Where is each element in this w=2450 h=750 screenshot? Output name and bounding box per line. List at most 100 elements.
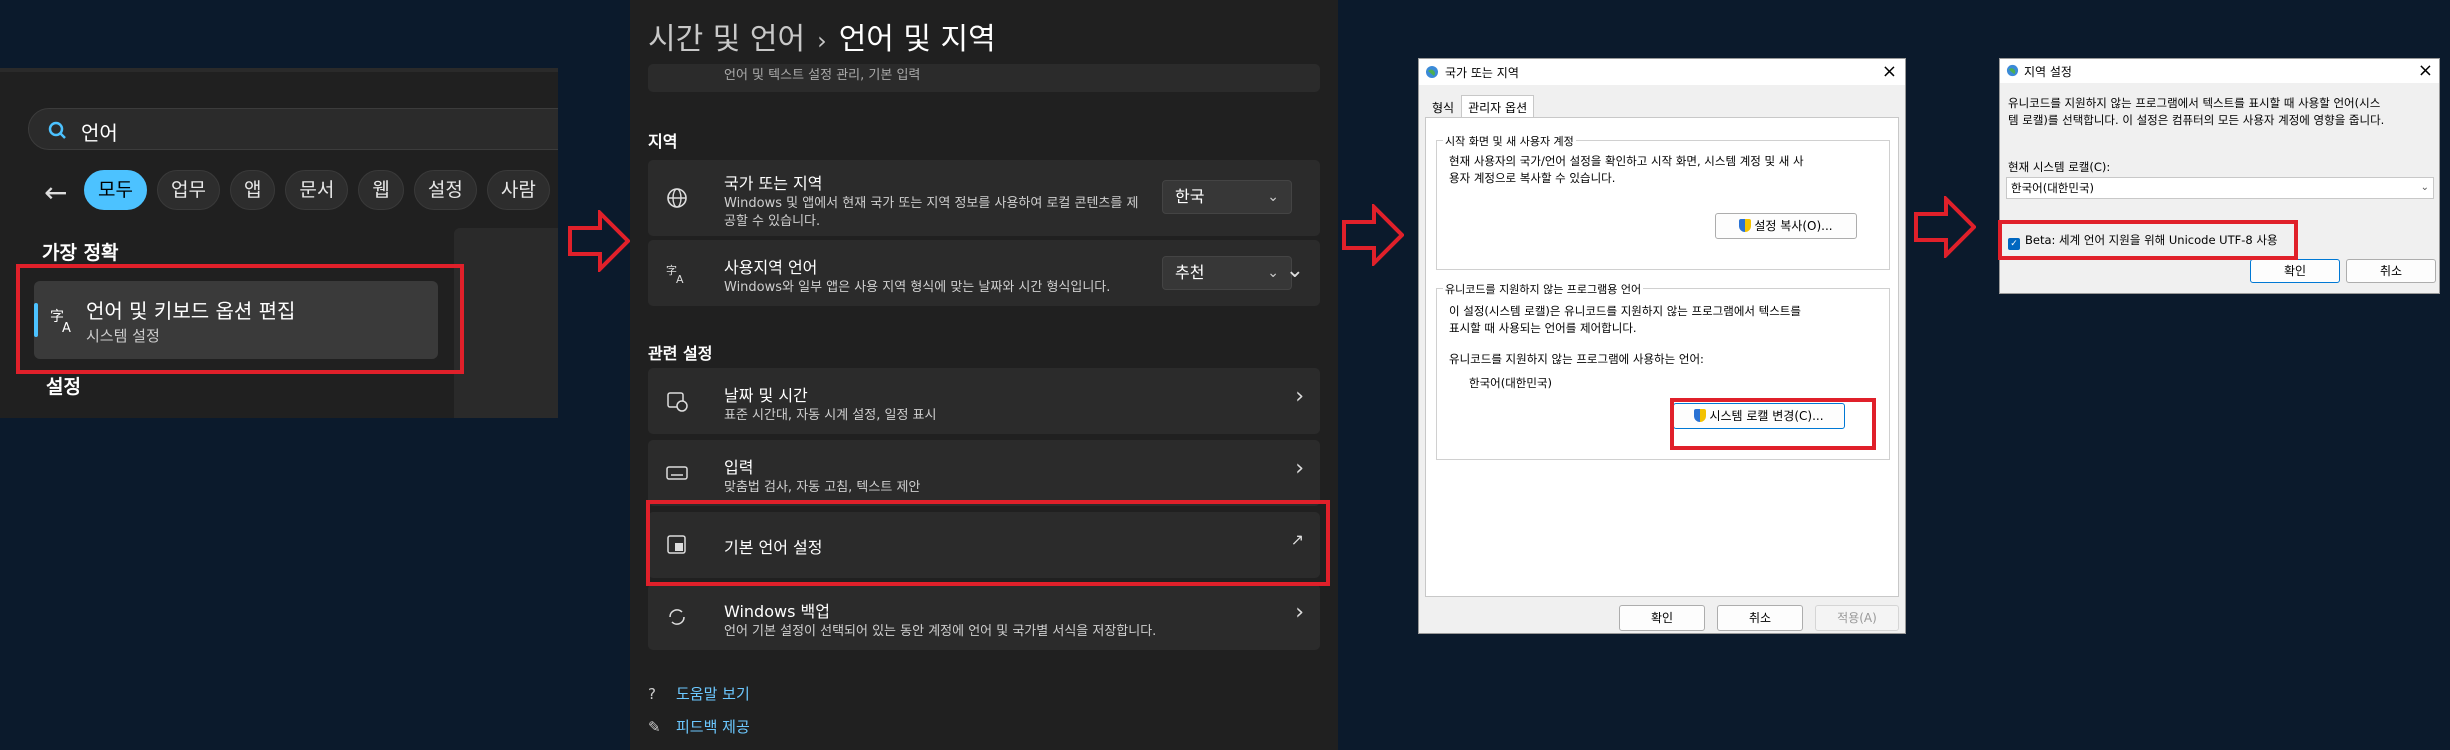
current-locale-label: 현재 시스템 로캘(C):	[2008, 160, 2111, 174]
country-desc-2: 공할 수 있습니다.	[724, 214, 821, 229]
shield-icon	[1739, 219, 1752, 232]
unicode-text: 이 설정(시스템 로캘)은 유니코드를 지원하지 않는 프로그램에서 텍스트를	[1449, 304, 1801, 318]
welcome-text-2: 용자 계정으로 복사할 수 있습니다.	[1449, 171, 1616, 185]
ok-button[interactable]: 확인	[1619, 605, 1705, 631]
region-dialog: 국가 또는 지역 × 형식 관리자 옵션 시작 화면 및 새 사용자 계정 현재…	[1418, 58, 1906, 634]
backup-desc: 언어 기본 설정이 선택되어 있는 동안 계정에 언어 및 국가별 서식을 저장…	[724, 624, 1157, 639]
region-heading: 지역	[648, 132, 678, 151]
windows-backup-card[interactable]: Windows 백업 언어 기본 설정이 선택되어 있는 동안 계정에 언어 및…	[648, 584, 1320, 650]
country-region-card: 국가 또는 지역 Windows 및 앱에서 현재 국가 또는 지역 정보를 사…	[648, 160, 1320, 236]
title-bar: 지역 설정 ×	[2000, 59, 2439, 83]
typing-card[interactable]: 입력 맞춤법 검사, 자동 고침, 텍스트 제안 ›	[648, 440, 1320, 506]
title-bar: 국가 또는 지역 ×	[1419, 59, 1905, 85]
chevron-right-icon: ›	[1295, 600, 1304, 625]
globe-icon	[2006, 64, 2019, 77]
country-desc: Windows 및 앱에서 현재 국가 또는 지역 정보를 사용하여 로컬 콘텐…	[724, 196, 1139, 211]
typing-title: 입력	[724, 458, 754, 477]
apply-button[interactable]: 적용(A)	[1815, 605, 1899, 631]
country-title: 국가 또는 지역	[724, 174, 823, 193]
back-arrow-icon[interactable]: ←	[44, 176, 67, 209]
best-match-heading: 가장 정확	[42, 242, 119, 264]
dialog-description-line-1: 유니코드를 지원하지 않는 프로그램에서 텍스트를 표시할 때 사용할 언어(시…	[2008, 96, 2381, 110]
divider	[0, 68, 558, 72]
copy-settings-label: 설정 복사(O)...	[1754, 219, 1833, 233]
regional-format-title: 사용지역 언어	[724, 258, 818, 277]
highlight-box	[646, 500, 1330, 586]
language-icon: 字A	[666, 263, 684, 284]
filter-people[interactable]: 사람	[486, 170, 550, 210]
globe-icon	[667, 188, 687, 208]
close-icon[interactable]: ×	[2418, 60, 2433, 81]
filter-documents[interactable]: 문서	[285, 170, 349, 210]
chevron-down-icon: ⌄	[2420, 182, 2429, 193]
close-icon[interactable]: ×	[1882, 61, 1897, 82]
unicode-group-title: 유니코드를 지원하지 않는 프로그램용 언어	[1443, 281, 1644, 297]
keyboard-icon	[666, 466, 688, 480]
highlight-box	[1998, 220, 2298, 260]
expand-chevron-icon[interactable]: ⌄	[1286, 258, 1304, 283]
arrow-right-icon	[568, 210, 630, 272]
arrow-right-icon	[1914, 196, 1976, 258]
cancel-button[interactable]: 취소	[1717, 605, 1803, 631]
search-input[interactable]: 언어	[81, 117, 118, 146]
filter-all[interactable]: 모두	[84, 170, 147, 210]
highlight-box	[1670, 398, 1876, 450]
dialog-description: 유니코드를 지원하지 않는 프로그램에서 텍스트를 표시할 때 사용할 언어(시…	[2008, 95, 2433, 129]
filter-work[interactable]: 업무	[156, 170, 220, 210]
breadcrumb-parent[interactable]: 시간 및 언어	[648, 22, 805, 57]
country-value: 한국	[1175, 187, 1205, 206]
cancel-button[interactable]: 취소	[2346, 259, 2436, 283]
dialog-title: 지역 설정	[2024, 65, 2072, 79]
arrow-right-icon	[1342, 204, 1404, 266]
date-time-title: 날짜 및 시간	[724, 386, 808, 405]
backup-title: Windows 백업	[724, 602, 830, 621]
chevron-down-icon: ⌄	[1267, 189, 1279, 205]
chevron-right-icon: ›	[1295, 384, 1304, 409]
help-link[interactable]: ? 도움말 보기	[648, 683, 750, 704]
truncated-text: 언어 및 텍스트 설정 관리, 기본 입력	[724, 68, 921, 83]
system-locale-value: 한국어(대한민국)	[2011, 181, 2095, 195]
help-icon: ?	[648, 685, 656, 703]
regional-format-desc: Windows와 일부 앱은 사용 지역 형식에 맞는 날짜와 시간 형식입니다…	[724, 280, 1111, 295]
typing-desc: 맞춤법 검사, 자동 고침, 텍스트 제안	[724, 480, 921, 495]
page-title: 시간 및 언어 › 언어 및 지역	[648, 14, 996, 58]
settings-heading: 설정	[46, 376, 81, 398]
ok-button[interactable]: 확인	[2250, 259, 2340, 283]
filter-settings[interactable]: 설정	[413, 170, 477, 210]
chevron-right-icon: ›	[1295, 456, 1304, 481]
calendar-clock-icon	[667, 392, 688, 412]
tab-page: 시작 화면 및 새 사용자 계정 현재 사용자의 국가/언어 설정을 확인하고 …	[1425, 117, 1899, 597]
search-icon	[48, 121, 66, 139]
regional-format-card[interactable]: 字A 사용지역 언어 Windows와 일부 앱은 사용 지역 형식에 맞는 날…	[648, 240, 1320, 306]
feedback-link[interactable]: ✎ 피드백 제공	[648, 716, 750, 737]
current-locale-label: 유니코드를 지원하지 않는 프로그램에 사용하는 언어:	[1449, 352, 1704, 366]
unicode-text-2: 표시할 때 사용되는 언어를 제어합니다.	[1449, 321, 1637, 335]
truncated-card[interactable]: 언어 및 텍스트 설정 관리, 기본 입력	[648, 64, 1320, 92]
filter-apps[interactable]: 앱	[229, 170, 276, 210]
date-time-card[interactable]: 날짜 및 시간 표준 시간대, 자동 시계 설정, 일정 표시 ›	[648, 368, 1320, 434]
chevron-down-icon: ⌄	[1267, 265, 1279, 281]
globe-icon	[1426, 66, 1438, 78]
search-box[interactable]: 언어	[28, 108, 558, 150]
dialog-description-line-2: 템 로캘)를 선택합니다. 이 설정은 컴퓨터의 모든 사용자 계정에 영향을 …	[2008, 113, 2385, 127]
dialog-title: 국가 또는 지역	[1445, 66, 1519, 80]
regional-format-dropdown[interactable]: 추천 ⌄	[1162, 256, 1292, 290]
feedback-icon: ✎	[648, 718, 661, 736]
feedback-link-text: 피드백 제공	[676, 718, 750, 736]
filter-chips: 모두 업무 앱 문서 웹 설정 사람	[84, 170, 558, 210]
related-settings-heading: 관련 설정	[648, 344, 713, 363]
country-dropdown[interactable]: 한국 ⌄	[1162, 180, 1292, 214]
help-link-text: 도움말 보기	[676, 685, 750, 703]
copy-settings-button[interactable]: 설정 복사(O)...	[1715, 213, 1857, 239]
system-locale-select[interactable]: 한국어(대한민국) ⌄	[2006, 177, 2434, 199]
preview-pane	[454, 228, 558, 418]
regional-format-value: 추천	[1175, 263, 1205, 282]
welcome-group-title: 시작 화면 및 새 사용자 계정	[1443, 133, 1576, 149]
filter-web[interactable]: 웹	[358, 170, 404, 210]
welcome-text: 현재 사용자의 국가/언어 설정을 확인하고 시작 화면, 시스템 계정 및 새…	[1449, 154, 1804, 168]
breadcrumb-current: 언어 및 지역	[838, 22, 996, 57]
current-locale-value: 한국어(대한민국)	[1469, 376, 1553, 390]
settings-panel: 시간 및 언어 › 언어 및 지역 언어 및 텍스트 설정 관리, 기본 입력 지역…	[630, 0, 1338, 750]
svg-text:A: A	[676, 273, 684, 284]
welcome-group: 시작 화면 및 새 사용자 계정 현재 사용자의 국가/언어 설정을 확인하고 …	[1436, 133, 1890, 270]
